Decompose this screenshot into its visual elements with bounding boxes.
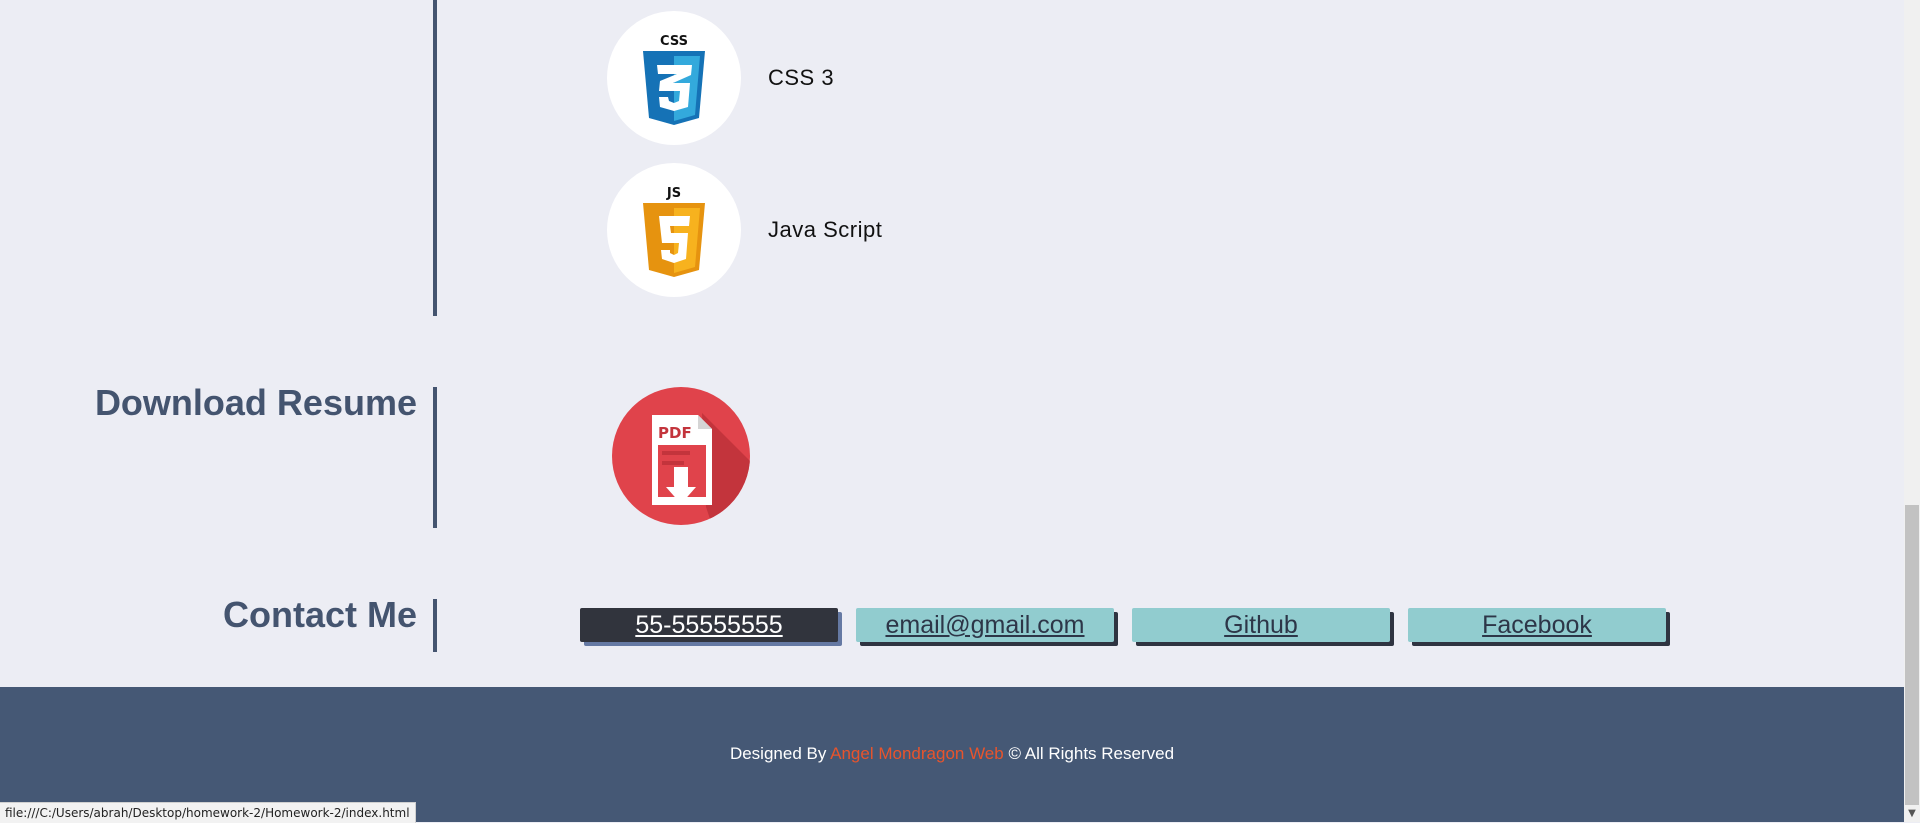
status-bar-url: file:///C:/Users/abrah/Desktop/homework-… (0, 802, 416, 823)
footer-suffix: © All Rights Reserved (1003, 744, 1175, 763)
skill-label-javascript: Java Script (768, 217, 883, 242)
skill-label-css: CSS 3 (768, 65, 835, 90)
skills-divider (433, 0, 437, 316)
css3-logo-circle: CSS (607, 11, 741, 145)
github-button[interactable]: Github (1132, 608, 1390, 642)
javascript-logo-circle: JS (607, 163, 741, 297)
contact-me-heading: Contact Me (222, 594, 417, 635)
pdf-icon-text: PDF (658, 424, 692, 442)
download-resume-heading: Download Resume (94, 382, 417, 423)
footer-brand-link[interactable]: Angel Mondragon Web (830, 744, 1004, 763)
pdf-download-icon: PDF (612, 387, 750, 525)
contact-divider (433, 599, 437, 652)
resume-divider (433, 387, 437, 528)
email-button[interactable]: email@gmail.com (856, 608, 1114, 642)
download-resume-button[interactable]: PDF (612, 387, 750, 525)
facebook-button[interactable]: Facebook (1408, 608, 1666, 642)
phone-button[interactable]: 55-55555555 (580, 608, 838, 642)
javascript-badge-text: JS (666, 186, 681, 201)
javascript-icon: JS (643, 186, 705, 277)
scroll-down-arrow-icon[interactable]: ▼ (1904, 806, 1920, 822)
footer-credits: Designed By Angel Mondragon Web © All Ri… (0, 744, 1904, 764)
scrollbar-thumb[interactable] (1905, 505, 1919, 805)
footer-prefix: Designed By (729, 744, 831, 763)
css3-icon: CSS (643, 34, 705, 125)
css3-badge-text: CSS (660, 34, 688, 49)
